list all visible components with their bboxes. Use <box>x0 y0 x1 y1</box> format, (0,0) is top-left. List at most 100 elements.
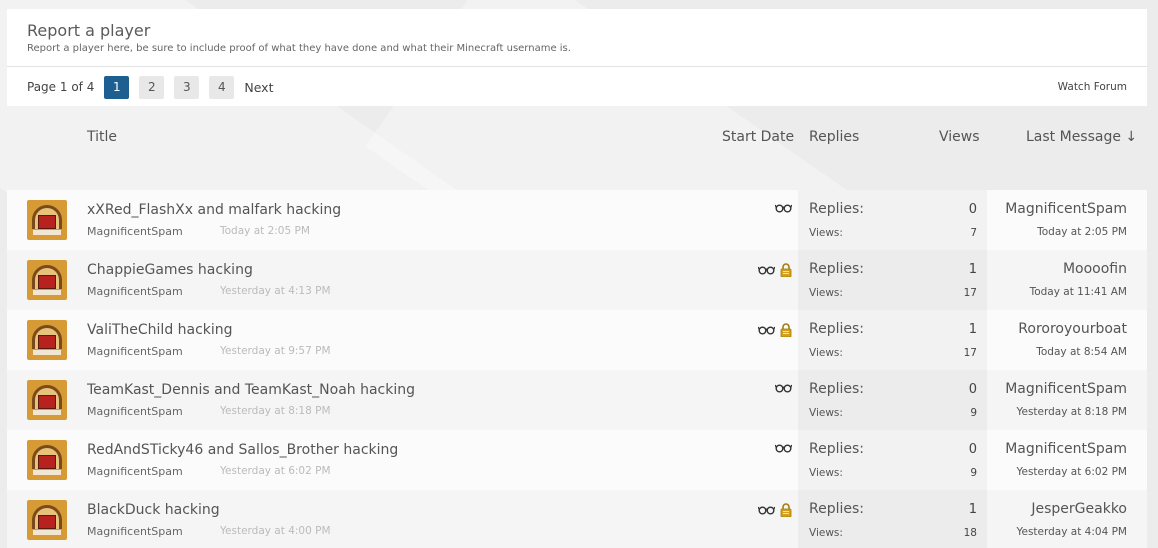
views-label: Views: <box>809 347 843 359</box>
thread-start-date: Yesterday at 6:02 PM <box>220 465 331 477</box>
replies-label: Replies: <box>809 501 865 517</box>
last-message-user[interactable]: Rororoyourboat <box>1018 321 1127 337</box>
column-views[interactable]: Views <box>939 129 980 145</box>
thread-status-icons <box>775 443 792 453</box>
page-button-4[interactable]: 4 <box>209 75 235 99</box>
glasses-icon <box>758 325 775 335</box>
thread-author[interactable]: MagnificentSpam <box>87 285 183 298</box>
thread-title[interactable]: xXRed_FlashXx and malfark hacking <box>87 202 341 218</box>
thread-author[interactable]: MagnificentSpam <box>87 405 183 418</box>
replies-label: Replies: <box>809 201 865 217</box>
thread-title[interactable]: RedAndSTicky46 and Sallos_Brother hackin… <box>87 442 398 458</box>
last-message-user[interactable]: Moooofin <box>1063 261 1127 277</box>
last-message-user[interactable]: JesperGeakko <box>1031 501 1127 517</box>
views-label: Views: <box>809 227 843 239</box>
thread-stats: Replies: 1 Views: 18 <box>798 490 987 548</box>
column-title[interactable]: Title <box>87 129 117 145</box>
views-count: 9 <box>970 407 977 419</box>
column-replies[interactable]: Replies <box>809 129 859 145</box>
last-message-cell: Rororoyourboat Today at 8:54 AM <box>987 310 1147 370</box>
views-count: 9 <box>970 467 977 479</box>
column-last-message[interactable]: Last Message ↓ <box>1026 129 1137 145</box>
thread-stats: Replies: 0 Views: 7 <box>798 190 987 250</box>
views-label: Views: <box>809 407 843 419</box>
thread-status-icons <box>758 323 792 337</box>
thread-row: RedAndSTicky46 and Sallos_Brother hackin… <box>7 430 1147 490</box>
thread-status-icons <box>775 383 792 393</box>
last-message-cell: MagnificentSpam Today at 2:05 PM <box>987 190 1147 250</box>
glasses-icon <box>758 265 775 275</box>
thread-title[interactable]: BlackDuck hacking <box>87 502 220 518</box>
thread-title[interactable]: TeamKast_Dennis and TeamKast_Noah hackin… <box>87 382 415 398</box>
replies-count: 0 <box>968 202 977 217</box>
last-message-date[interactable]: Today at 2:05 PM <box>1037 226 1127 238</box>
last-message-user[interactable]: MagnificentSpam <box>1005 201 1127 217</box>
thread-main-cell: ChappieGames hacking MagnificentSpam Yes… <box>7 250 798 310</box>
pagination: Page 1 of 4 1 2 3 4 Next <box>27 75 273 99</box>
page-button-2[interactable]: 2 <box>139 75 165 99</box>
last-message-user[interactable]: MagnificentSpam <box>1005 381 1127 397</box>
avatar[interactable] <box>27 260 67 300</box>
thread-row: ChappieGames hacking MagnificentSpam Yes… <box>7 250 1147 310</box>
glasses-icon <box>775 443 792 453</box>
avatar[interactable] <box>27 380 67 420</box>
page-info: Page 1 of 4 <box>27 80 95 94</box>
watch-forum-link[interactable]: Watch Forum <box>1058 81 1127 93</box>
views-count: 17 <box>963 347 977 359</box>
thread-title[interactable]: ChappieGames hacking <box>87 262 253 278</box>
replies-label: Replies: <box>809 321 865 337</box>
thread-list: xXRed_FlashXx and malfark hacking Magnif… <box>7 190 1147 548</box>
avatar[interactable] <box>27 320 67 360</box>
replies-label: Replies: <box>809 441 865 457</box>
column-headers: Title Start Date Replies Views Last Mess… <box>7 106 1147 190</box>
last-message-date[interactable]: Yesterday at 8:18 PM <box>1016 406 1127 418</box>
thread-author[interactable]: MagnificentSpam <box>87 525 183 538</box>
thread-main-cell: xXRed_FlashXx and malfark hacking Magnif… <box>7 190 798 250</box>
thread-status-icons <box>758 503 792 517</box>
thread-start-date: Yesterday at 4:00 PM <box>220 525 331 537</box>
thread-author[interactable]: MagnificentSpam <box>87 465 183 478</box>
thread-author[interactable]: MagnificentSpam <box>87 225 183 238</box>
replies-label: Replies: <box>809 381 865 397</box>
avatar[interactable] <box>27 200 67 240</box>
last-message-date[interactable]: Yesterday at 6:02 PM <box>1016 466 1127 478</box>
header-divider <box>7 66 1147 67</box>
page-title: Report a player <box>27 21 151 40</box>
page-button-1[interactable]: 1 <box>104 75 130 99</box>
last-message-date[interactable]: Today at 8:54 AM <box>1036 346 1127 358</box>
avatar[interactable] <box>27 500 67 540</box>
thread-status-icons <box>758 263 792 277</box>
thread-stats: Replies: 0 Views: 9 <box>798 430 987 490</box>
thread-row: ValiTheChild hacking MagnificentSpam Yes… <box>7 310 1147 370</box>
glasses-icon <box>758 505 775 515</box>
lock-icon <box>780 323 792 337</box>
thread-start-date: Yesterday at 8:18 PM <box>220 405 331 417</box>
thread-stats: Replies: 0 Views: 9 <box>798 370 987 430</box>
thread-row: BlackDuck hacking MagnificentSpam Yester… <box>7 490 1147 548</box>
replies-count: 0 <box>968 442 977 457</box>
thread-start-date: Yesterday at 9:57 PM <box>220 345 331 357</box>
glasses-icon <box>775 203 792 213</box>
avatar[interactable] <box>27 440 67 480</box>
replies-count: 1 <box>968 502 977 517</box>
thread-stats: Replies: 1 Views: 17 <box>798 250 987 310</box>
last-message-date[interactable]: Yesterday at 4:04 PM <box>1016 526 1127 538</box>
next-page-link[interactable]: Next <box>244 80 273 95</box>
last-message-user[interactable]: MagnificentSpam <box>1005 441 1127 457</box>
page-button-3[interactable]: 3 <box>174 75 200 99</box>
replies-label: Replies: <box>809 261 865 277</box>
views-count: 7 <box>970 227 977 239</box>
thread-author[interactable]: MagnificentSpam <box>87 345 183 358</box>
last-message-cell: MagnificentSpam Yesterday at 6:02 PM <box>987 430 1147 490</box>
forum-description: Report a player here, be sure to include… <box>27 43 571 54</box>
column-start-date[interactable]: Start Date <box>722 129 794 145</box>
lock-icon <box>780 503 792 517</box>
last-message-cell: MagnificentSpam Yesterday at 8:18 PM <box>987 370 1147 430</box>
thread-start-date: Yesterday at 4:13 PM <box>220 285 331 297</box>
glasses-icon <box>775 383 792 393</box>
views-label: Views: <box>809 287 843 299</box>
thread-title[interactable]: ValiTheChild hacking <box>87 322 233 338</box>
views-label: Views: <box>809 467 843 479</box>
replies-count: 1 <box>968 262 977 277</box>
last-message-date[interactable]: Today at 11:41 AM <box>1030 286 1127 298</box>
